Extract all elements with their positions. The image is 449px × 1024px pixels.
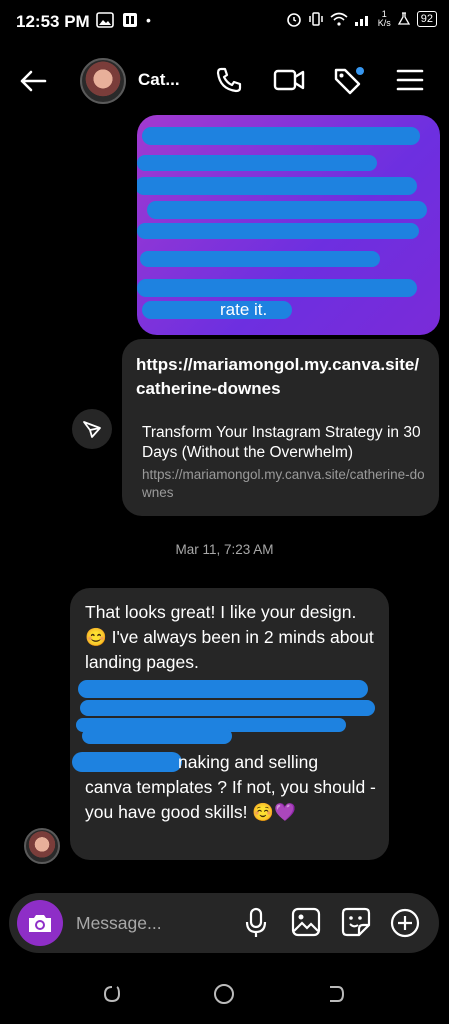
- signal-icon: [354, 16, 368, 26]
- back-arrow-icon[interactable]: [18, 66, 48, 96]
- phone-icon[interactable]: [214, 65, 244, 95]
- redaction-mark: [147, 201, 427, 219]
- redaction-mark: [72, 752, 182, 772]
- sent-message-visible-text: rate it.: [220, 300, 268, 319]
- redaction-mark: [137, 279, 417, 297]
- redaction-mark: [140, 251, 380, 267]
- redaction-mark: [142, 127, 420, 145]
- status-right-icons: 1 K/s 92: [286, 10, 437, 28]
- system-navigation-bar: [0, 970, 449, 1024]
- link-subtitle: https://mariamongol.my.canva.site/cather…: [142, 467, 425, 500]
- sender-avatar[interactable]: [24, 828, 60, 864]
- status-bar: 12:53 PM • 1 K/s 92: [0, 0, 449, 44]
- battery-indicator: 92: [416, 11, 437, 27]
- sent-message-bubble[interactable]: [137, 115, 440, 335]
- received-message-bubble[interactable]: That looks great! I like your design. 😊 …: [70, 588, 389, 860]
- add-icon[interactable]: [389, 907, 421, 939]
- redaction-mark: [78, 680, 368, 698]
- received-message-text-bottom: canva templates ? If not, you should - y…: [85, 777, 376, 822]
- redaction-mark: [142, 301, 292, 319]
- received-message-text-top: That looks great! I like your design. 😊 …: [85, 602, 374, 672]
- contact-avatar[interactable]: [80, 58, 126, 104]
- app-notification-icon: [123, 13, 137, 27]
- link-url[interactable]: https://mariamongol.my.canva.site/cather…: [136, 353, 428, 401]
- send-icon: [83, 421, 101, 438]
- status-time: 12:53 PM: [16, 12, 90, 31]
- status-left-icons: •: [96, 12, 151, 28]
- flask-icon: [397, 12, 410, 25]
- alarm-icon: [286, 13, 301, 27]
- message-input[interactable]: Message...: [76, 913, 162, 934]
- wifi-icon: [330, 12, 348, 26]
- sticker-icon[interactable]: [341, 907, 371, 937]
- redaction-mark: [80, 700, 375, 716]
- redaction-mark: [82, 728, 232, 744]
- net-speed: 1 K/s: [377, 9, 391, 28]
- back-nav-icon[interactable]: [324, 982, 348, 1006]
- contact-name[interactable]: Cat...: [138, 70, 180, 90]
- video-icon[interactable]: [272, 65, 306, 95]
- share-button[interactable]: [72, 409, 112, 449]
- menu-icon[interactable]: [396, 65, 424, 95]
- recent-apps-icon[interactable]: [100, 982, 124, 1006]
- link-preview-card[interactable]: https://mariamongol.my.canva.site/cather…: [122, 339, 439, 516]
- dot-icon: •: [146, 12, 151, 28]
- vibrate-icon: [308, 12, 323, 26]
- redaction-mark: [137, 223, 419, 239]
- message-timestamp: Mar 11, 7:23 AM: [175, 542, 274, 557]
- chat-header: Cat...: [0, 50, 449, 110]
- tag-icon[interactable]: [332, 65, 366, 97]
- gallery-notification-icon: [96, 12, 114, 28]
- camera-icon: [29, 915, 51, 932]
- camera-button[interactable]: [17, 900, 63, 946]
- home-icon[interactable]: [212, 982, 236, 1006]
- microphone-icon[interactable]: [245, 907, 267, 939]
- gallery-icon[interactable]: [291, 907, 321, 937]
- received-message-text-bottom-line: naking and selling: [178, 752, 319, 772]
- link-title: Transform Your Instagram Strategy in 30 …: [142, 424, 421, 461]
- redaction-mark: [137, 177, 417, 195]
- message-composer: Message...: [9, 893, 439, 953]
- redaction-mark: [137, 155, 377, 171]
